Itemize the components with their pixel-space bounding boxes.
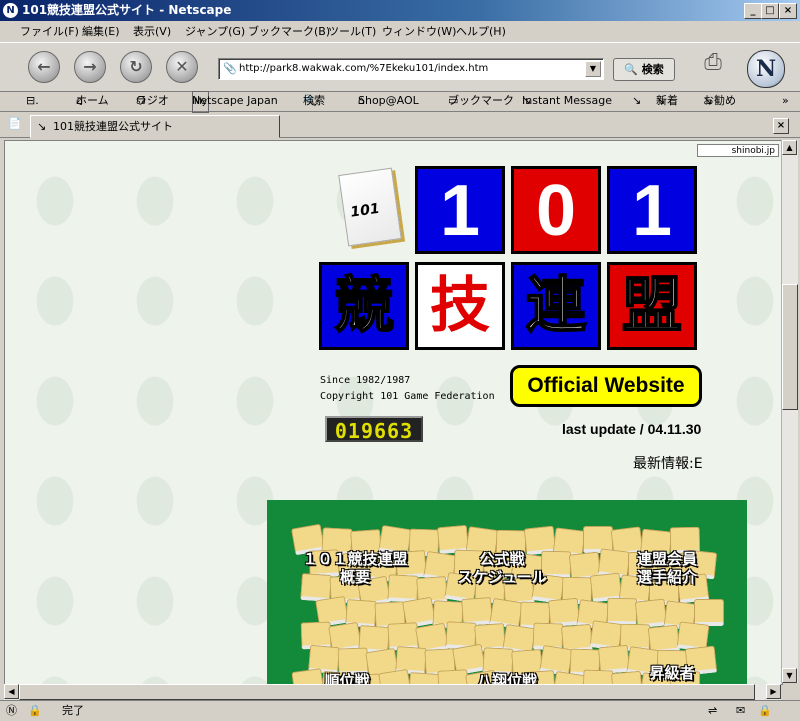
scroll-left-button[interactable]: ◀: [4, 684, 19, 699]
menu-link-schedule[interactable]: 公式戦 スケジュール: [447, 550, 557, 586]
connection-icon[interactable]: ⇌: [708, 701, 717, 721]
print-icon[interactable]: ⎙: [700, 50, 726, 76]
bookmark-home-label: ホーム: [76, 94, 109, 107]
bookmark-folder-label: ブックマーク: [448, 94, 514, 107]
netscape-status-icon[interactable]: Ⓝ: [6, 701, 17, 721]
bookmark-shop-aol-label: Shop@AOL: [358, 94, 419, 107]
latest-news[interactable]: 最新情報:E: [633, 453, 703, 473]
since-text: Since 1982/1987: [320, 375, 411, 386]
reload-button[interactable]: ↻: [120, 51, 152, 83]
toolbar-grip-icon[interactable]: ⊟.: [26, 91, 39, 111]
search-icon: 🔍: [624, 63, 638, 76]
copyright-block: Since 1982/1987 Copyright 101 Game Feder…: [320, 373, 495, 405]
menu-link-overview[interactable]: １０１競技連盟 概要: [285, 550, 425, 586]
scroll-up-button[interactable]: ▲: [782, 140, 797, 155]
back-arrow-icon: ←: [37, 57, 51, 76]
page-content: shinobi.jp 101 1 0 1 競 技 連 盟 Official We…: [4, 140, 783, 685]
back-button[interactable]: ←: [28, 51, 60, 83]
bookmark-radio-label: ラジオ: [136, 94, 169, 107]
status-bar: Ⓝ 🔒 完了 ⇌ ✉ 🔒: [0, 700, 800, 721]
security-icon[interactable]: 🔒: [28, 701, 42, 721]
menu-bar: ファイル(F) 編集(E) 表示(V) ジャンプ(G) ブックマーク(B) ツー…: [0, 22, 800, 42]
address-bar[interactable]: 📎 ▼: [218, 58, 604, 80]
mahjong-tile: [606, 597, 638, 626]
scroll-down-button[interactable]: ▼: [782, 668, 797, 683]
menu-go[interactable]: ジャンプ(G): [185, 22, 245, 42]
url-dropdown-button[interactable]: ▼: [585, 61, 601, 77]
shinobi-badge[interactable]: shinobi.jp: [697, 144, 779, 157]
forward-button[interactable]: →: [74, 51, 106, 83]
menu-view[interactable]: 表示(V): [133, 22, 171, 42]
menu-window[interactable]: ウィンドウ(W): [382, 22, 456, 42]
status-text: 完了: [62, 704, 84, 717]
page-pin-icon: 📎: [223, 62, 237, 75]
search-button[interactable]: 🔍 検索: [613, 58, 675, 81]
bookmark-recommend-label: お勧め: [703, 94, 736, 107]
netscape-app-icon: N: [3, 3, 18, 18]
link-icon: ↘: [632, 94, 642, 107]
url-input[interactable]: [239, 61, 579, 75]
last-update: last update / 04.11.30: [562, 421, 702, 437]
horizontal-scroll-thumb[interactable]: [19, 684, 755, 700]
bookmark-search-label: 検索: [303, 94, 325, 107]
mahjong-tile: [582, 669, 614, 684]
reload-icon: ↻: [129, 57, 143, 76]
close-tab-button[interactable]: ×: [773, 118, 789, 134]
menu-image-map: １０１競技連盟 概要 公式戦 スケジュール 連盟会員 選手紹介 順位戦 八翔位戦…: [267, 500, 747, 684]
logo-kanji-ren: 連: [511, 262, 601, 350]
personal-toolbar: ⊟. ⌂ ホーム ☊ ラジオ My Netscape Japan 🔍 検索 ⌂ …: [0, 91, 800, 113]
title-bar: N 101競技連盟公式サイト - Netscape _ □ ×: [0, 0, 800, 21]
mahjong-tile: [694, 599, 724, 626]
tab-label: 101競技連盟公式サイト: [53, 120, 173, 133]
logo-digit-1b: 1: [607, 166, 697, 254]
menu-file[interactable]: ファイル(F): [20, 22, 79, 42]
maximize-button[interactable]: □: [761, 3, 779, 19]
menu-tools[interactable]: ツール(T): [328, 22, 376, 42]
logo-kanji-kyou: 競: [319, 262, 409, 350]
menu-link-promoted[interactable]: 昇級者: [637, 664, 707, 682]
stop-button[interactable]: ✕: [166, 51, 198, 83]
netscape-logo-icon[interactable]: N: [747, 50, 785, 88]
bookmark-netscape-japan-label: Netscape Japan: [192, 94, 278, 107]
official-website-badge: Official Website: [510, 365, 702, 407]
menu-help[interactable]: ヘルプ(H): [456, 22, 506, 42]
lock-icon[interactable]: 🔒: [758, 701, 772, 721]
close-window-button[interactable]: ×: [779, 3, 797, 19]
copyright-text: Copyright 101 Game Federation: [320, 391, 495, 402]
tab-active[interactable]: ↘ 101競技連盟公式サイト: [30, 115, 280, 138]
search-button-label: 検索: [641, 63, 664, 76]
tab-bar: 📄 ↘ 101競技連盟公式サイト: [0, 113, 800, 138]
toolbar-overflow-button[interactable]: »: [782, 91, 789, 111]
logo-digit-0: 0: [511, 166, 601, 254]
composer-icon[interactable]: ✉: [736, 701, 745, 721]
horizontal-scrollbar[interactable]: ◀ ▶: [4, 684, 781, 700]
visitor-counter: 019663: [325, 416, 423, 443]
minimize-button[interactable]: _: [744, 3, 762, 19]
scroll-right-button[interactable]: ▶: [766, 684, 781, 699]
vertical-scrollbar[interactable]: ▲ ▼: [781, 140, 798, 683]
logo-kanji-mei: 盟: [607, 262, 697, 350]
bookmark-instant-message-label: Instant Message: [522, 94, 612, 107]
tab-page-icon: ↘: [37, 120, 47, 133]
forward-arrow-icon: →: [83, 57, 97, 76]
logo-kanji-gi: 技: [415, 262, 505, 350]
menu-link-members[interactable]: 連盟会員 選手紹介: [622, 550, 712, 586]
logo-digit-1: 1: [415, 166, 505, 254]
window-title: 101競技連盟公式サイト - Netscape: [22, 3, 232, 17]
federation-logo-grid: 1 0 1 競 技 連 盟: [319, 166, 703, 358]
stop-icon: ✕: [175, 57, 189, 76]
vertical-scroll-thumb[interactable]: [782, 284, 798, 410]
mahjong-tiles-image: [285, 520, 725, 684]
browser-window: N 101競技連盟公式サイト - Netscape _ □ × ファイル(F) …: [0, 0, 800, 720]
bookmark-new-label: 新着: [656, 94, 678, 107]
new-tab-icon[interactable]: 📄: [8, 117, 22, 130]
menu-edit[interactable]: 編集(E): [82, 22, 120, 42]
menu-bookmarks[interactable]: ブックマーク(B): [248, 22, 330, 42]
